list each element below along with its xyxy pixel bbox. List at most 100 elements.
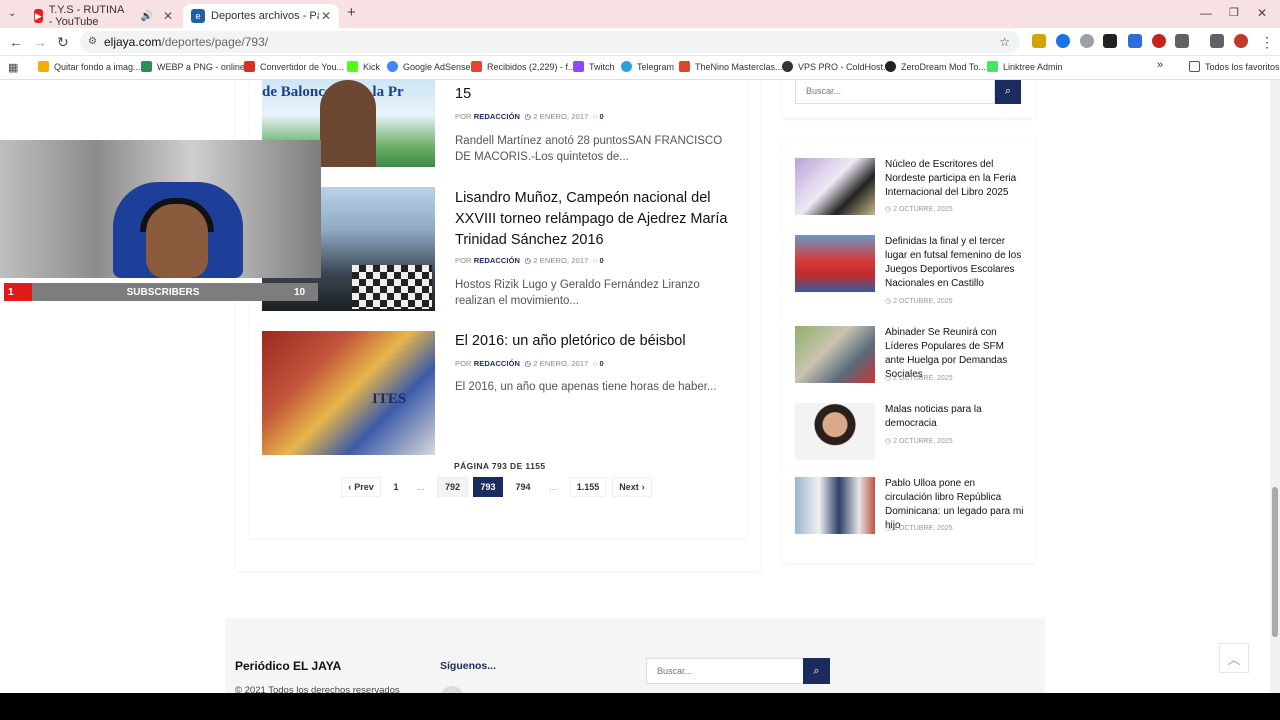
post-meta: POR REDACCIÓN ◷ 2 ENERO, 2017 ◌ 0 [455,359,604,368]
sidebar-post-title[interactable]: Núcleo de Escritores del Nordeste partic… [885,158,1025,200]
tab-deportes[interactable]: e Deportes archivos - Página 793 ✕ [183,4,339,28]
speaker-icon[interactable]: 🔊 [140,11,152,22]
post-date[interactable]: 2 ENERO, 2017 [533,359,588,368]
sidebar-post[interactable]: Definidas la final y el tercer lugar en … [795,235,1025,305]
url-path: /deportes/page/793/ [161,35,269,49]
post-title[interactable]: Lisandro Muñoz, Campeón nacional del XXV… [455,188,740,251]
next-page-button[interactable]: Next › [612,477,652,497]
back-to-top-button[interactable]: ︿ [1219,643,1249,673]
post-author[interactable]: REDACCIÓN [474,359,520,368]
extension-icon[interactable] [1080,34,1094,48]
search-icon[interactable]: ⌕ [803,658,830,684]
bookmark-item[interactable]: VPS PRO - ColdHost... [782,61,891,72]
bookmark-label: Todos los favoritos [1205,61,1280,72]
extension-icon[interactable] [1152,34,1166,48]
menu-icon[interactable]: ⋮ [1260,34,1274,50]
profile-avatar-icon[interactable] [1234,34,1248,48]
scrollbar-thumb[interactable] [1272,487,1278,637]
sidebar-post[interactable]: Núcleo de Escritores del Nordeste partic… [795,158,1025,218]
page-link[interactable]: 794 [508,477,538,497]
subscriber-bar: 1 SUBSCRIBERS 10 [4,283,318,301]
post-date[interactable]: 2 ENERO, 2017 [533,256,588,265]
post-title[interactable]: El 2016: un año pletórico de béisbol [455,331,740,352]
site-info-icon[interactable]: ⚙ [88,31,97,53]
site-footer [225,618,1045,693]
post-meta: POR REDACCIÓN ◷ 2 ENERO, 2017 ◌ 0 [455,256,604,265]
extension-icon[interactable] [1032,34,1046,48]
tab-youtube[interactable]: ▶ T.Y.S - RUTINA - YouTube 🔊 ✕ [26,4,181,28]
tab-search-icon[interactable]: ⌄ [8,6,16,22]
sidebar-post[interactable]: Pablo Ulloa pone en circulación libro Re… [795,477,1025,537]
clock-icon: ◷ [885,375,892,382]
extension-icon[interactable] [1103,34,1117,48]
bookmark-item[interactable]: Google AdSense [387,61,471,72]
bookmark-item[interactable]: WEBP a PNG - online... [141,61,252,72]
bookmark-item[interactable]: Kick [347,61,380,72]
search-icon[interactable]: ⌕ [995,80,1021,104]
back-icon[interactable]: ← [9,34,23,50]
close-tab-icon[interactable]: ✕ [321,9,331,23]
more-bookmarks-icon[interactable]: » [1157,59,1163,71]
footer-copyright: © 2021 Todos los derechos reservados [235,685,400,693]
sidebar-post-title[interactable]: Definidas la final y el tercer lugar en … [885,235,1025,291]
restore-icon[interactable]: ❐ [1229,5,1239,21]
post-excerpt: Hostos Rizik Lugo y Geraldo Fernández Li… [455,279,700,307]
sidebar-post-title[interactable]: Malas noticias para la democracia [885,403,1025,431]
prev-page-button[interactable]: ‹ Prev [341,477,381,497]
url-field[interactable]: ⚙ eljaya.com/deportes/page/793/ ☆ [80,31,1020,53]
page-scrollbar[interactable] [1270,80,1280,693]
post-comments[interactable]: 0 [600,256,604,265]
bookmark-item[interactable]: Telegram [621,61,674,72]
page-link[interactable]: 1.155 [570,477,606,497]
bookmark-label: Google AdSense [403,61,471,72]
bookmark-label: ZeroDream Mod To... [901,61,986,72]
post-title[interactable]: 15 [455,84,740,105]
extensions-puzzle-icon[interactable] [1175,34,1189,48]
extension-icon[interactable] [1128,34,1142,48]
reload-icon[interactable]: ↻ [57,34,69,50]
sidebar-post-thumbnail[interactable] [795,235,875,292]
chevron-right-icon: › [641,482,645,492]
apps-grid-icon[interactable]: ▦ [8,60,18,76]
bookmark-item[interactable]: Twitch [573,61,615,72]
clock-icon: ◷ [524,256,532,265]
post-author[interactable]: REDACCIÓN [474,256,520,265]
sidebar-post[interactable]: Malas noticias para la democracia ◷ 2 OC… [795,403,1025,463]
post-thumbnail[interactable]: ITES [262,331,435,455]
bookmark-item[interactable]: Convertidor de You... [244,61,344,72]
close-window-icon[interactable]: ✕ [1257,5,1267,21]
bookmark-label: Convertidor de You... [260,61,345,72]
bookmark-item[interactable]: Quitar fondo a imag... [38,61,141,72]
bookmark-item[interactable]: ZeroDream Mod To... [885,61,986,72]
post-author[interactable]: REDACCIÓN [474,112,520,121]
minimize-icon[interactable]: — [1200,5,1212,21]
post-comments[interactable]: 0 [600,359,604,368]
footer-search-input[interactable] [646,658,804,684]
sidebar-post-thumbnail[interactable] [795,158,875,215]
forward-icon[interactable]: → [33,34,47,50]
bookmark-item[interactable]: TheNino Masterclas... [679,61,783,72]
page-link[interactable]: 1 [387,477,405,497]
new-tab-icon[interactable]: + [347,5,356,21]
sidebar-post[interactable]: Abinader Se Reunirá con Líderes Populare… [795,326,1025,386]
taskbar-area [0,693,1280,720]
page-link[interactable]: 792 [437,477,468,497]
sidebar-post-date: ◷ 2 OCTUBRE, 2025 [885,206,953,213]
sidebar-search-input[interactable] [795,80,995,104]
post-comments[interactable]: 0 [600,112,604,121]
page-viewport: de Baloncesto de la Pr 15 POR REDACCIÓN … [0,80,1270,693]
sidebar-post-thumbnail[interactable] [795,477,875,534]
sidebar-post-thumbnail[interactable] [795,326,875,383]
sidebar-post-thumbnail[interactable] [795,403,875,460]
bookmark-star-icon[interactable]: ☆ [999,31,1010,53]
bookmark-label: Recibidos (2,229) - f... [487,61,576,72]
post-date[interactable]: 2 ENERO, 2017 [533,112,588,121]
close-tab-icon[interactable]: ✕ [163,9,173,23]
bookmark-item[interactable]: Recibidos (2,229) - f... [471,61,576,72]
bookmark-label: Kick [363,61,381,72]
media-control-icon[interactable] [1210,34,1224,48]
extension-icon[interactable] [1056,34,1070,48]
bookmark-item[interactable]: Linktree Admin [987,61,1063,72]
comment-icon: ◌ [592,112,598,121]
all-bookmarks-folder[interactable]: Todos los favoritos [1189,61,1280,72]
